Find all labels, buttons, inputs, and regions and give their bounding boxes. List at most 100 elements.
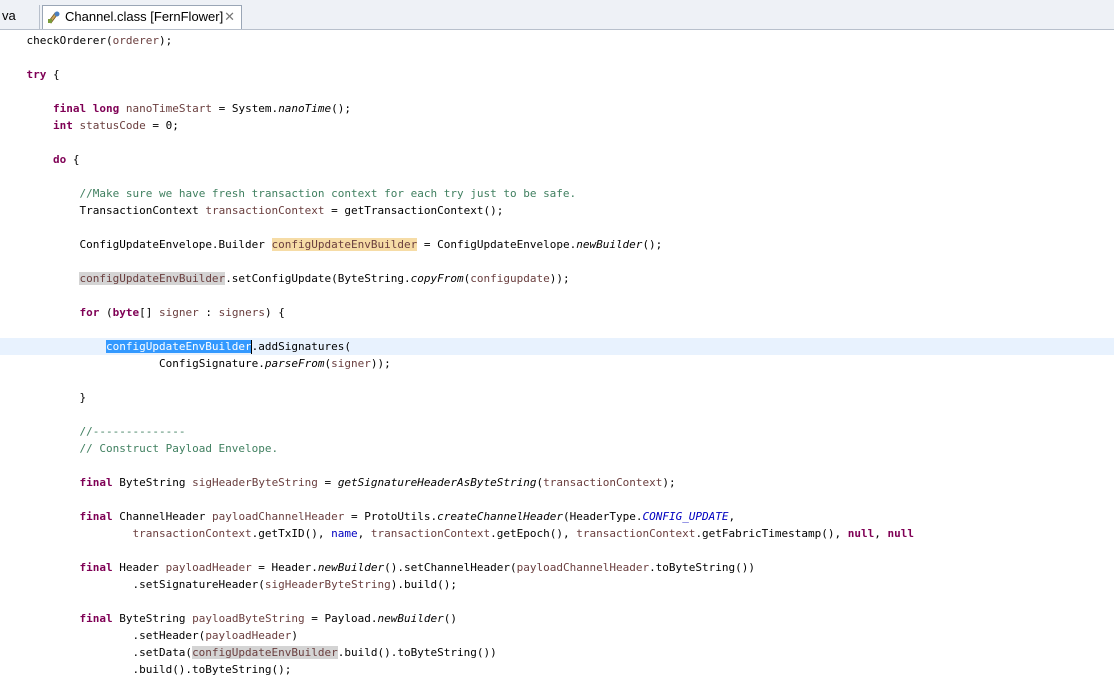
code-token: signer — [158, 306, 199, 319]
code-token: signer — [331, 357, 371, 370]
code-token: configupdate — [470, 272, 550, 285]
code-token: null — [887, 527, 915, 540]
selected-text: configUpdateEnvBuilder — [105, 340, 252, 353]
code-comment: // Construct Payload Envelope. — [0, 440, 1114, 457]
code-token: .getEpoch(), — [490, 527, 577, 540]
code-line: checkOrderer(orderer); — [0, 32, 1114, 49]
code-token: .build().toByteString(); — [132, 663, 292, 676]
code-token: ).build(); — [390, 578, 457, 591]
code-token: , — [357, 527, 371, 540]
code-token: final — [52, 102, 87, 115]
code-token: () — [443, 612, 458, 625]
code-line: .setSignatureHeader(sigHeaderByteString)… — [0, 576, 1114, 593]
code-token: newBuilder — [576, 238, 643, 251]
code-line: } — [0, 389, 1114, 406]
code-token: CONFIG_UPDATE — [642, 510, 729, 523]
code-token: { — [66, 153, 80, 166]
current-code-line: configUpdateEnvBuilder.addSignatures( — [0, 338, 1114, 355]
code-line: .build().toByteString(); — [0, 661, 1114, 678]
code-token: ) { — [264, 306, 285, 319]
code-token: null — [847, 527, 875, 540]
tab-previous-file[interactable]: va — [0, 5, 40, 29]
code-token: ) — [291, 629, 299, 642]
code-token: name — [331, 527, 358, 540]
editor-tab-bar: va Channel.class [FernFlower] ✕ — [0, 0, 1114, 30]
code-token: (); — [331, 102, 352, 115]
code-token: ); — [662, 476, 676, 489]
code-line: transactionContext.getTxID(), name, tran… — [0, 525, 1114, 542]
code-token: try — [26, 68, 47, 81]
code-token: , — [874, 527, 888, 540]
code-token: = Header. — [251, 561, 318, 574]
code-editor[interactable]: checkOrderer(orderer); try { final long … — [0, 30, 1114, 678]
code-token: newBuilder — [317, 561, 385, 574]
code-token: signers — [218, 306, 265, 319]
code-token: payloadByteString — [192, 612, 305, 625]
code-token: int — [52, 119, 73, 132]
code-token: .getFabricTimestamp(), — [695, 527, 848, 540]
code-token: = System. — [211, 102, 279, 115]
code-token: parseFrom — [264, 357, 325, 370]
code-line: final ChannelHeader payloadChannelHeader… — [0, 508, 1114, 525]
code-token: sigHeaderByteString — [192, 476, 318, 489]
code-token: payloadChannelHeader — [516, 561, 650, 574]
code-token: ByteString — [112, 476, 193, 489]
tab-previous-label: va — [2, 8, 16, 23]
code-token: : — [198, 306, 219, 319]
code-token: = ConfigUpdateEnvelope. — [417, 238, 577, 251]
code-token: .build().toByteString()) — [337, 646, 497, 659]
code-line: configUpdateEnvBuilder.setConfigUpdate(B… — [0, 270, 1114, 287]
code-token: ChannelHeader — [112, 510, 212, 523]
close-tab-icon[interactable]: ✕ — [224, 6, 235, 28]
code-token: ConfigSignature. — [158, 357, 265, 370]
code-token: ); — [158, 34, 173, 47]
code-token: = Payload. — [304, 612, 378, 625]
code-comment: //-------------- — [0, 423, 1114, 440]
code-token: do — [52, 153, 67, 166]
tab-channel-class[interactable]: Channel.class [FernFlower] ✕ — [42, 5, 242, 29]
code-comment: //Make sure we have fresh transaction co… — [0, 185, 1114, 202]
code-line: TransactionContext transactionContext = … — [0, 202, 1114, 219]
code-line: int statusCode = 0; — [0, 117, 1114, 134]
code-token: , — [728, 510, 736, 523]
code-token: orderer — [112, 34, 159, 47]
code-line: final ByteString payloadByteString = Pay… — [0, 610, 1114, 627]
code-token: copyFrom — [410, 272, 464, 285]
code-token: // Construct Payload Envelope. — [79, 442, 279, 455]
code-token: getSignatureHeaderAsByteString — [337, 476, 537, 489]
code-token: sigHeaderByteString — [264, 578, 391, 591]
code-token: .setConfigUpdate(ByteString. — [225, 272, 411, 285]
code-token: payloadChannelHeader — [211, 510, 345, 523]
code-line: for (byte[] signer : signers) { — [0, 304, 1114, 321]
code-line: ConfigUpdateEnvelope.Builder configUpdat… — [0, 236, 1114, 253]
read-occurrence: configUpdateEnvBuilder — [79, 272, 226, 285]
code-token: final — [79, 561, 113, 574]
code-token: .setHeader( — [132, 629, 206, 642]
code-token: .getTxID(), — [251, 527, 332, 540]
code-token: nanoTime — [278, 102, 332, 115]
code-token: ByteString — [112, 612, 193, 625]
code-token: ( — [99, 306, 113, 319]
code-token: transactionContext — [543, 476, 663, 489]
code-token: { — [46, 68, 60, 81]
code-token: .addSignatures( — [251, 340, 352, 353]
code-token: )); — [549, 272, 570, 285]
code-token: TransactionContext — [79, 204, 206, 217]
code-line: final long nanoTimeStart = System.nanoTi… — [0, 100, 1114, 117]
code-token: (HeaderType. — [562, 510, 643, 523]
code-token: statusCode — [79, 119, 146, 132]
code-token: final — [79, 612, 113, 625]
code-token: newBuilder — [377, 612, 444, 625]
code-line: final ByteString sigHeaderByteString = g… — [0, 474, 1114, 491]
code-token: createChannelHeader — [437, 510, 563, 523]
code-token: transactionContext — [576, 527, 696, 540]
code-token: //-------------- — [79, 425, 186, 438]
code-token: //Make sure we have fresh transaction co… — [79, 187, 577, 200]
code-token: Header — [112, 561, 166, 574]
code-token: .toByteString()) — [649, 561, 756, 574]
code-token: = 0; — [145, 119, 179, 132]
read-occurrence: configUpdateEnvBuilder — [192, 646, 338, 659]
code-token: transactionContext — [205, 204, 325, 217]
code-token: ().setChannelHeader( — [384, 561, 517, 574]
class-file-icon — [48, 11, 60, 24]
